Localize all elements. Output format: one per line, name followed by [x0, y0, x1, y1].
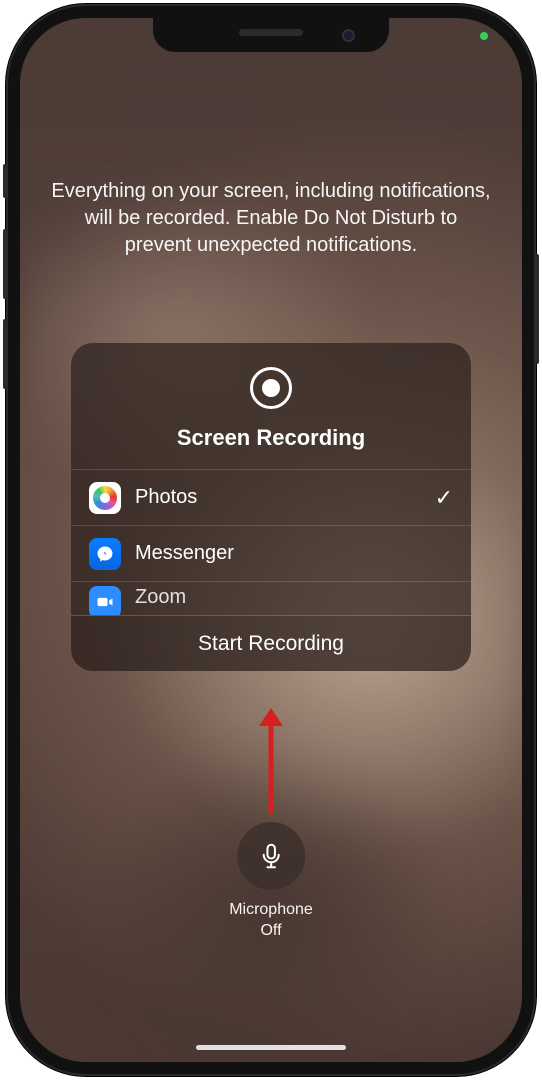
recording-description: Everything on your screen, including not… — [51, 178, 491, 259]
volume-down-button — [3, 319, 8, 389]
front-camera — [342, 29, 355, 42]
app-row-zoom[interactable]: Zoom — [71, 581, 471, 615]
microphone-group: Microphone Off — [229, 822, 313, 942]
checkmark-icon: ✓ — [435, 485, 453, 511]
messenger-icon — [89, 538, 121, 570]
app-row-messenger[interactable]: Messenger — [71, 525, 471, 581]
app-label: Zoom — [135, 586, 453, 609]
app-destination-list: Photos ✓ Messenger — [71, 469, 471, 615]
screen: Everything on your screen, including not… — [20, 18, 522, 1062]
iphone-frame: Everything on your screen, including not… — [6, 4, 536, 1076]
microphone-state: Off — [260, 922, 281, 939]
power-button — [534, 254, 539, 364]
microphone-icon — [256, 841, 286, 871]
app-row-photos[interactable]: Photos ✓ — [71, 469, 471, 525]
photos-icon — [89, 482, 121, 514]
volume-up-button — [3, 229, 8, 299]
start-recording-button[interactable]: Start Recording — [71, 615, 471, 671]
start-recording-label: Start Recording — [198, 632, 344, 656]
notch — [153, 18, 389, 52]
speaker — [239, 29, 303, 36]
app-label: Messenger — [135, 542, 453, 565]
home-indicator[interactable] — [196, 1045, 346, 1050]
recording-indicator-dot — [480, 32, 488, 40]
app-label: Photos — [135, 486, 435, 509]
microphone-toggle-button[interactable] — [237, 822, 305, 890]
card-header: Screen Recording — [71, 343, 471, 469]
mute-switch — [3, 164, 8, 198]
zoom-icon — [89, 586, 121, 615]
record-icon — [250, 367, 292, 409]
screen-recording-card: Screen Recording Photos ✓ — [71, 343, 471, 671]
microphone-label: Microphone Off — [229, 900, 313, 942]
card-title: Screen Recording — [177, 425, 365, 451]
